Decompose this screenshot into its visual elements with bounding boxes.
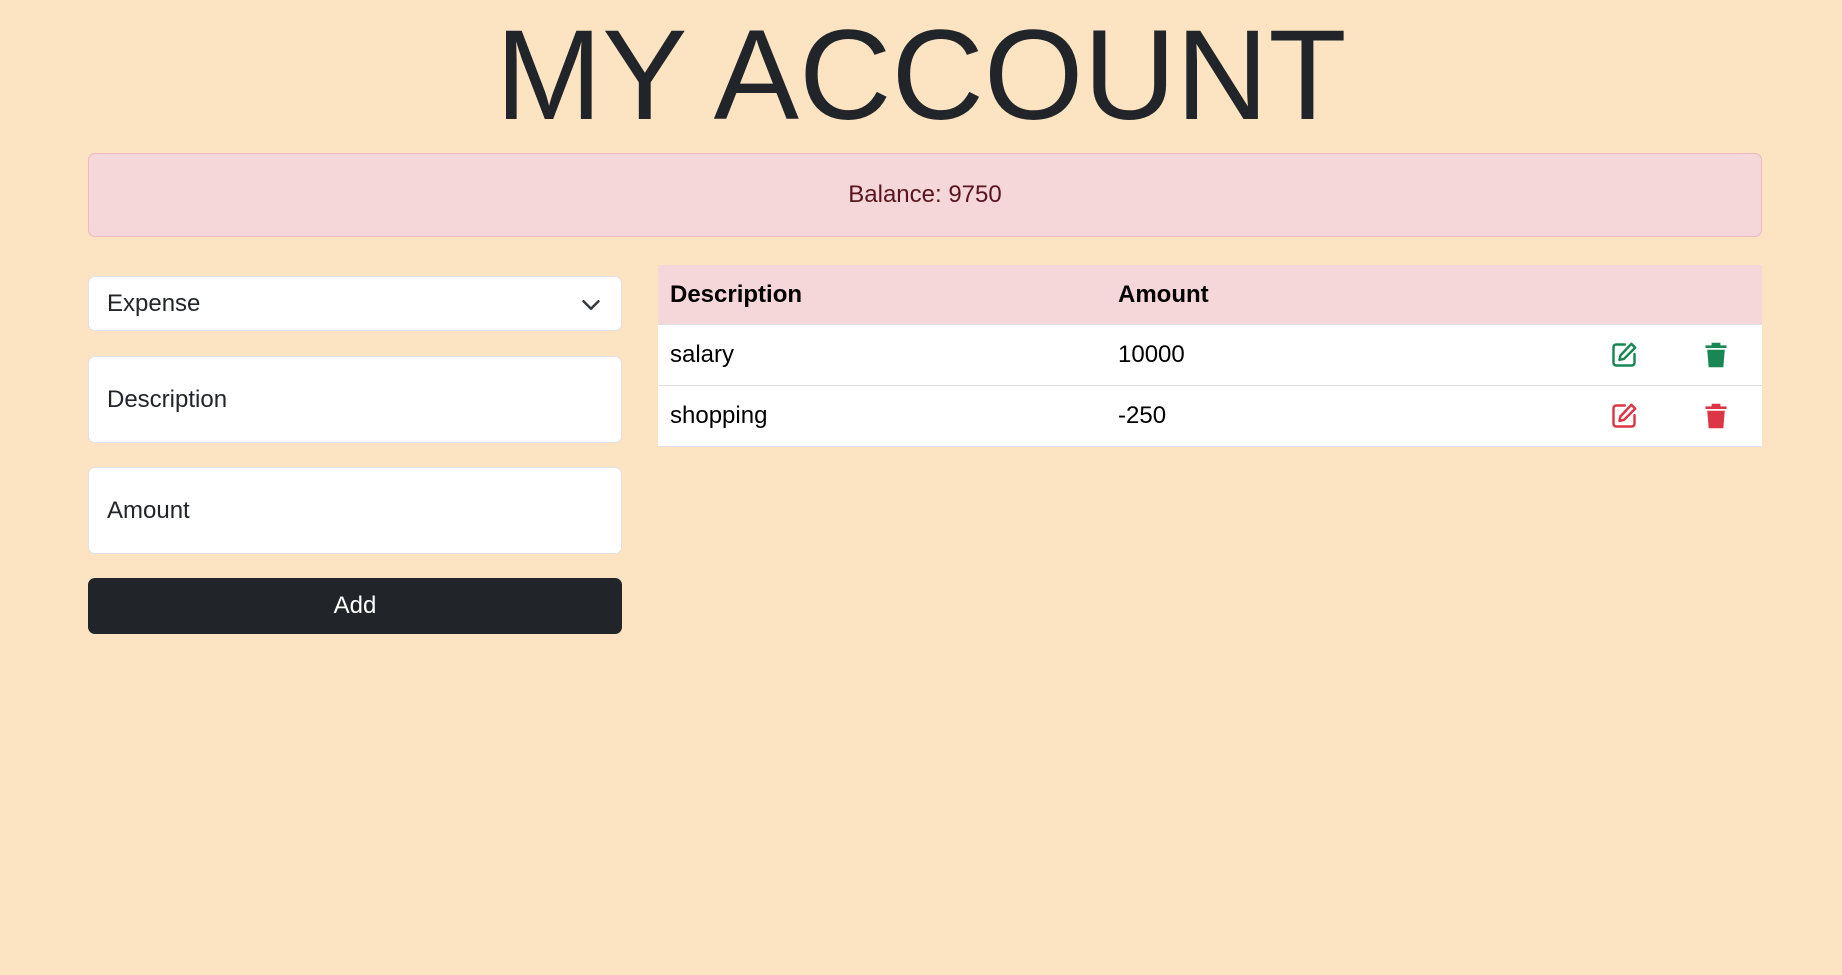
balance-banner: Balance: 9750 (88, 153, 1762, 237)
row-description: shopping (670, 402, 768, 429)
description-placeholder: Description (107, 385, 228, 413)
row-amount: -250 (1118, 402, 1167, 429)
edit-icon[interactable] (1610, 402, 1638, 430)
table-row: salary 10000 (658, 324, 1762, 385)
add-button[interactable]: Add (88, 578, 622, 634)
header-description: Description (670, 280, 803, 308)
row-amount: 10000 (1118, 341, 1185, 368)
table-row: shopping -250 (658, 385, 1762, 447)
header-amount: Amount (1118, 280, 1209, 308)
chevron-down-icon (582, 300, 600, 310)
transaction-form: Expense Description Amount Add (88, 276, 622, 634)
description-field[interactable]: Description (88, 356, 622, 443)
table-header: Description Amount (658, 265, 1762, 324)
type-select[interactable]: Expense (88, 276, 622, 331)
transactions-table: Description Amount salary 10000 shopping -2… (658, 265, 1762, 447)
balance-text: Balance: 9750 (848, 181, 1002, 208)
amount-field[interactable]: Amount (88, 467, 622, 554)
trash-icon[interactable] (1702, 341, 1730, 369)
type-select-value: Expense (107, 289, 201, 317)
page: MY ACCOUNT Balance: 9750 Expense Descrip… (0, 0, 1842, 975)
amount-placeholder: Amount (107, 496, 190, 524)
trash-icon[interactable] (1702, 402, 1730, 430)
page-title: MY ACCOUNT (495, 4, 1347, 147)
add-button-label: Add (333, 592, 377, 619)
edit-icon[interactable] (1610, 341, 1638, 369)
row-description: salary (670, 341, 735, 368)
